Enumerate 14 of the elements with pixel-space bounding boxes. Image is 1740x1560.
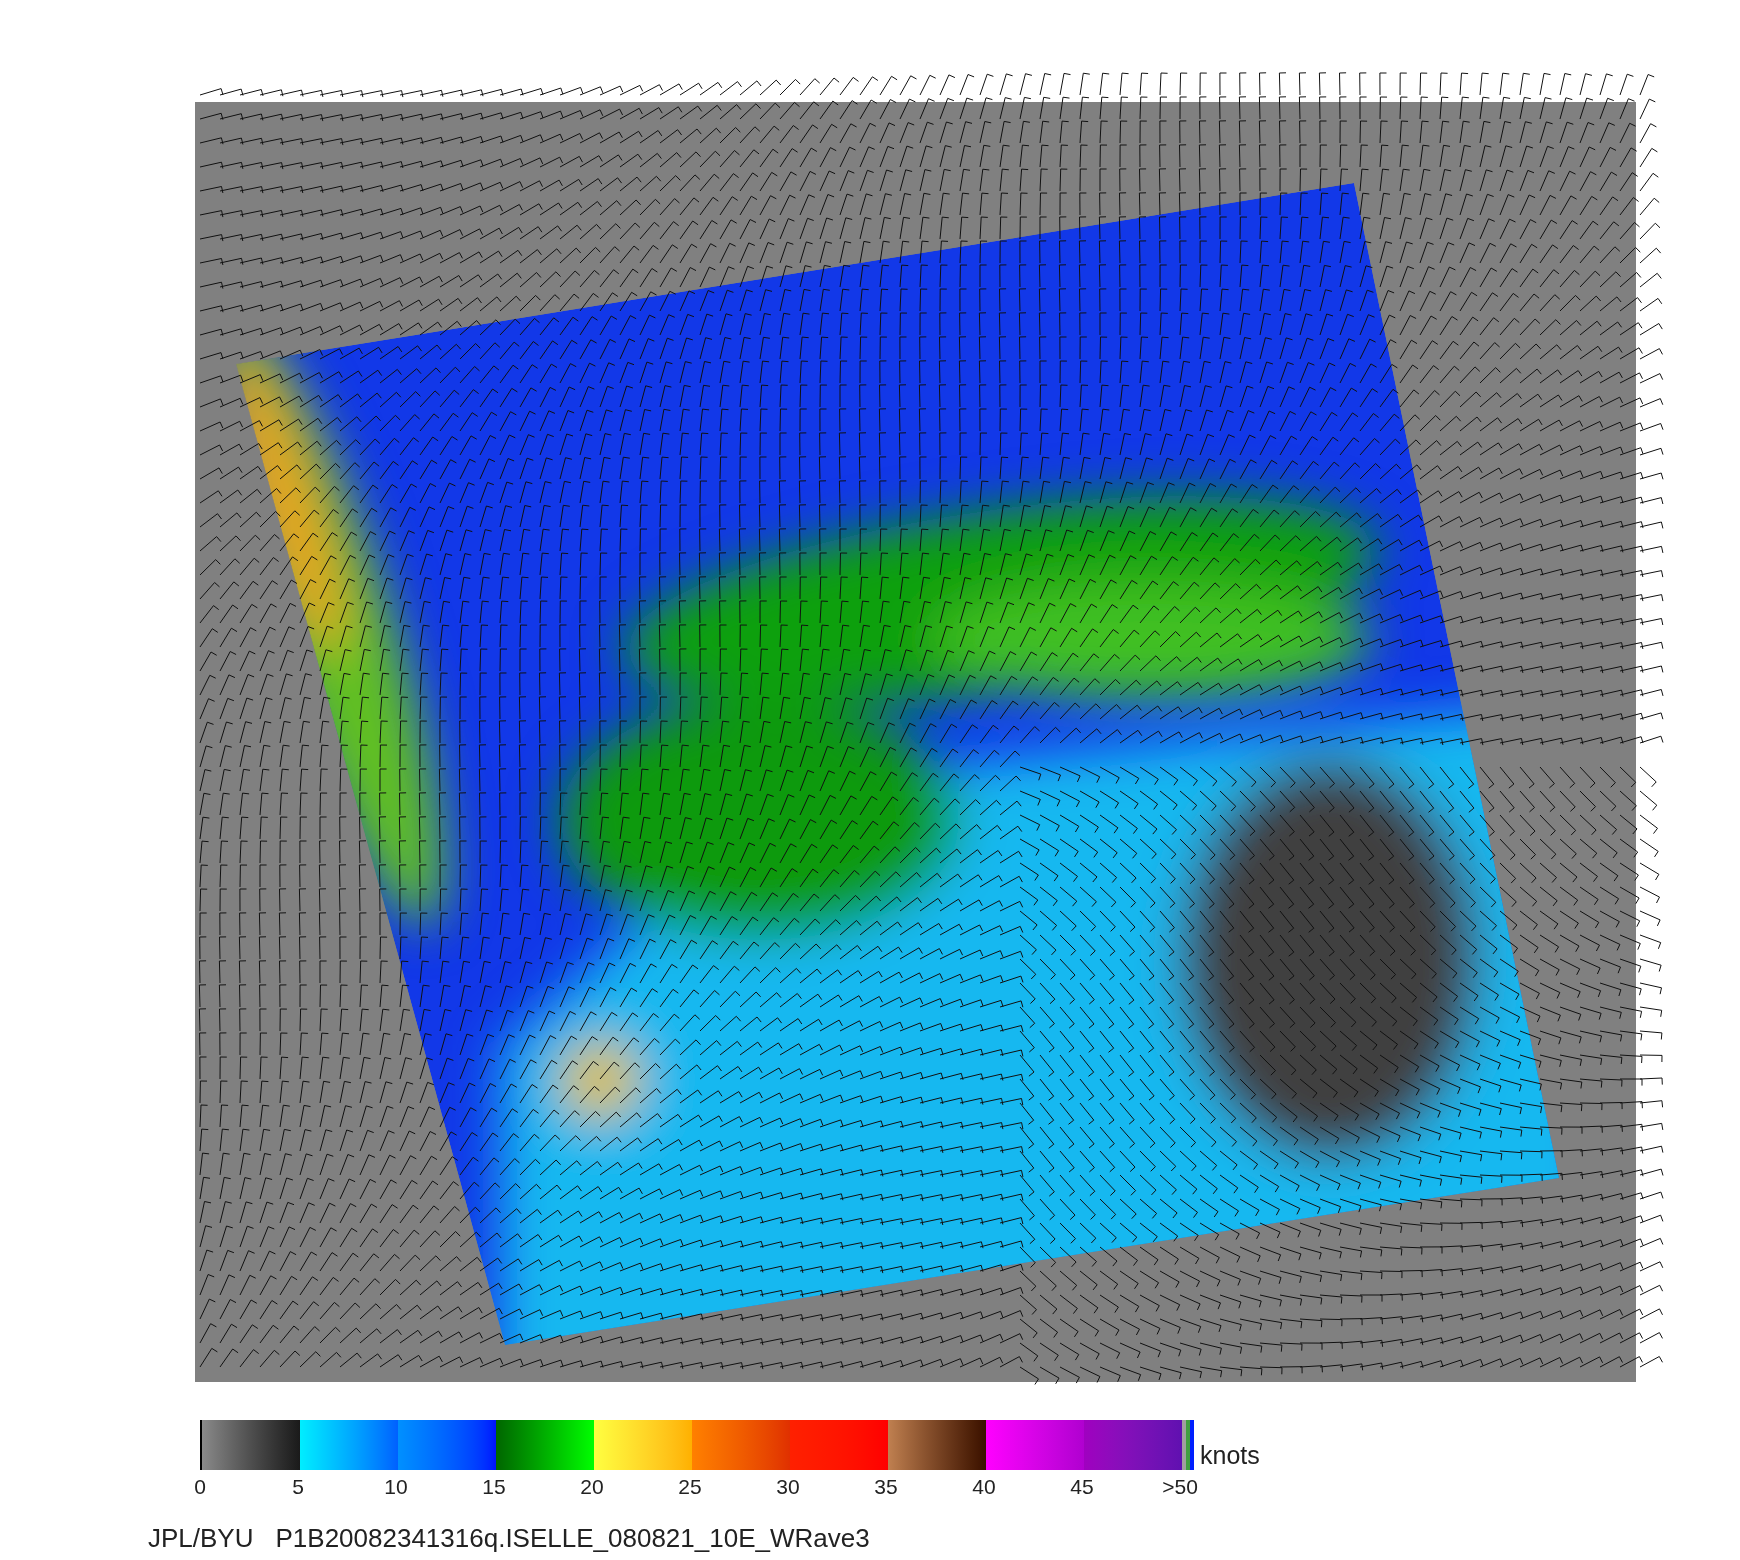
- tick-label: 20: [579, 1476, 605, 1497]
- tick-label: 5: [291, 1476, 305, 1497]
- tick-label: 35: [873, 1476, 899, 1497]
- tick-label: 45: [1069, 1476, 1095, 1497]
- tick-label: >50: [1161, 1476, 1199, 1497]
- source-label: JPL/BYU: [148, 1525, 254, 1551]
- tick-label: 25: [677, 1476, 703, 1497]
- file-name: P1B20082341316q.ISELLE_080821_10E_WRave3: [275, 1525, 870, 1551]
- tick-label: 30: [775, 1476, 801, 1497]
- tick-label: 0: [193, 1476, 207, 1497]
- tick-label: 40: [971, 1476, 997, 1497]
- tick-label: 15: [481, 1476, 507, 1497]
- unit-label: knots: [1200, 1443, 1260, 1468]
- tick-label: 10: [383, 1476, 409, 1497]
